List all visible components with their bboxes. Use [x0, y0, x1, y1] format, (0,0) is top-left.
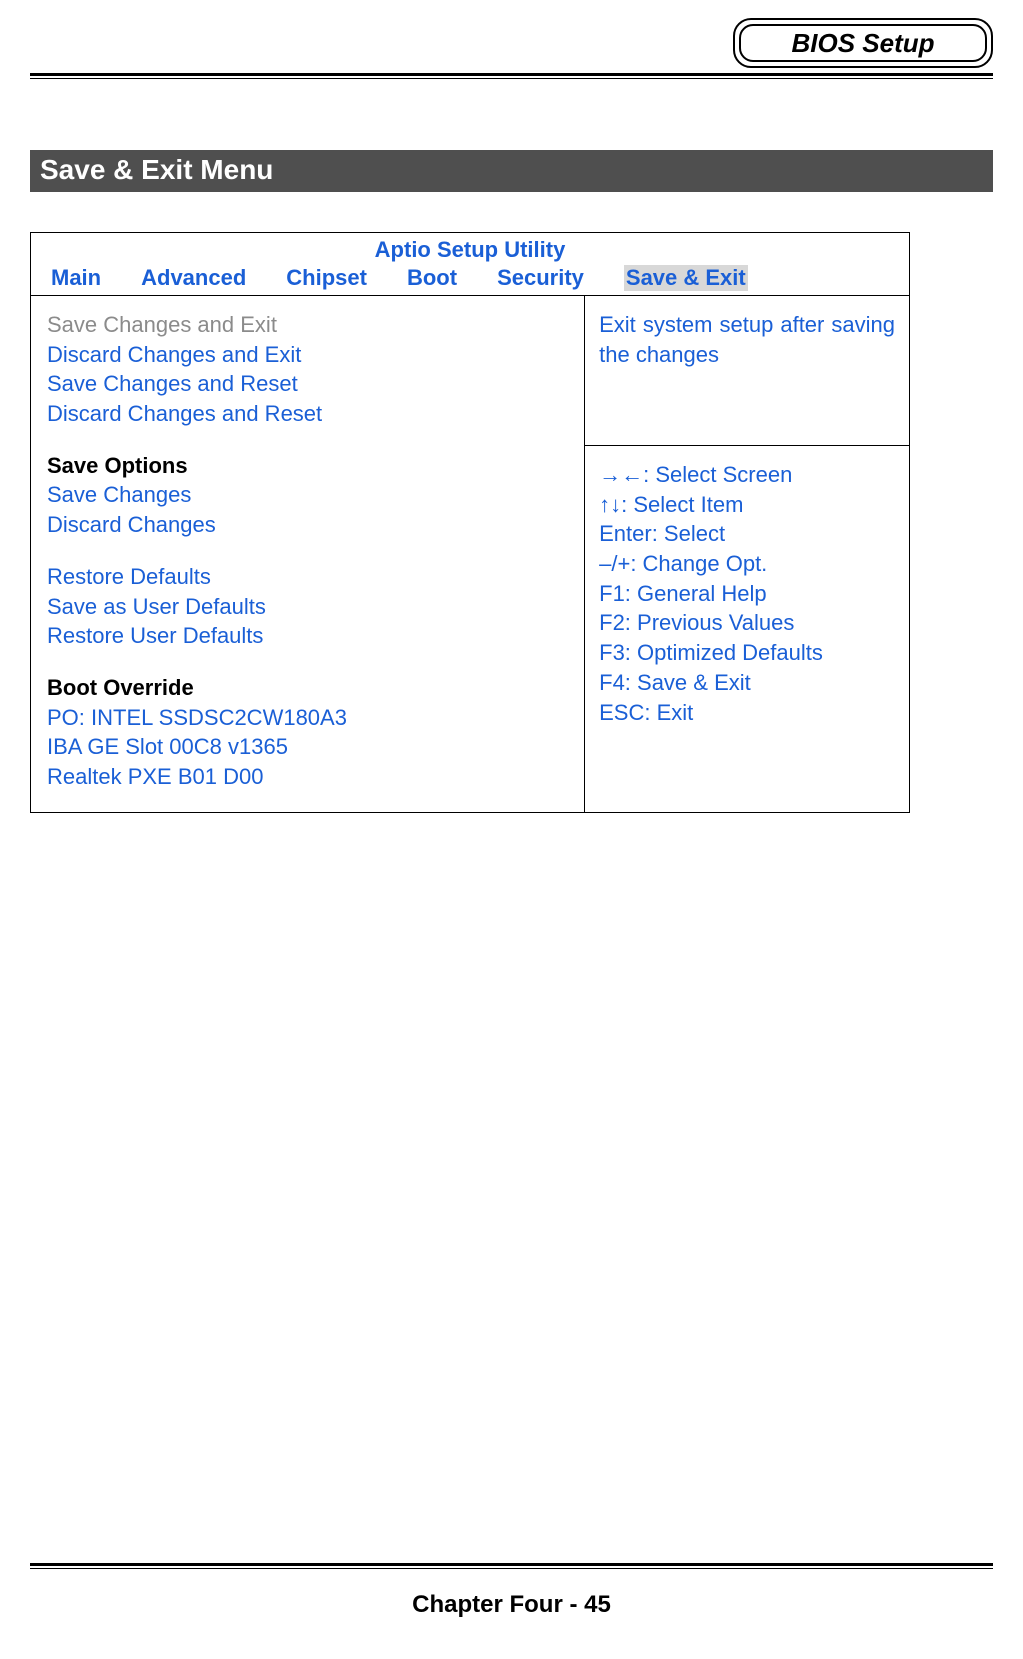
key-enter: Enter: Select	[599, 519, 895, 549]
help-text: Exit system setup after saving the chang…	[584, 296, 909, 446]
key-select-item: ↑↓: Select Item	[599, 490, 895, 520]
bios-right-pane: Exit system setup after saving the chang…	[584, 296, 909, 812]
tab-advanced[interactable]: Advanced	[141, 265, 246, 291]
spacer	[47, 429, 572, 451]
tab-main[interactable]: Main	[51, 265, 101, 291]
bios-left-pane: Save Changes and Exit Discard Changes an…	[31, 296, 584, 812]
boot-item-3[interactable]: Realtek PXE B01 D00	[47, 762, 572, 792]
spacer	[47, 540, 572, 562]
header-badge-text: BIOS Setup	[791, 28, 934, 59]
key-f2: F2: Previous Values	[599, 608, 895, 638]
bios-box: Aptio Setup Utility Main Advanced Chipse…	[30, 232, 910, 813]
bios-utility-title: Aptio Setup Utility	[31, 233, 909, 263]
page-footer: Chapter Four - 45	[0, 1591, 1023, 1619]
bios-body: Save Changes and Exit Discard Changes an…	[31, 296, 909, 812]
bios-tab-bar: Main Advanced Chipset Boot Security Save…	[31, 263, 909, 296]
hdr-save-options: Save Options	[47, 451, 572, 481]
item-save-changes[interactable]: Save Changes	[47, 480, 572, 510]
header-badge: BIOS Setup	[733, 18, 993, 68]
key-help: →←: Select Screen ↑↓: Select Item Enter:…	[584, 446, 909, 812]
top-rule	[30, 73, 993, 79]
tab-chipset[interactable]: Chipset	[286, 265, 367, 291]
item-restore-defaults[interactable]: Restore Defaults	[47, 562, 572, 592]
tab-save-exit[interactable]: Save & Exit	[624, 265, 748, 291]
page-content: Save & Exit Menu Aptio Setup Utility Mai…	[30, 150, 993, 813]
tab-boot[interactable]: Boot	[407, 265, 457, 291]
item-discard-changes-exit[interactable]: Discard Changes and Exit	[47, 340, 572, 370]
item-discard-changes-reset[interactable]: Discard Changes and Reset	[47, 399, 572, 429]
item-save-user-defaults[interactable]: Save as User Defaults	[47, 592, 572, 622]
key-f3: F3: Optimized Defaults	[599, 638, 895, 668]
key-change-opt: –/+: Change Opt.	[599, 549, 895, 579]
bottom-rule	[30, 1563, 993, 1569]
spacer	[47, 651, 572, 673]
section-title: Save & Exit Menu	[30, 150, 993, 192]
tab-security[interactable]: Security	[497, 265, 584, 291]
item-discard-changes[interactable]: Discard Changes	[47, 510, 572, 540]
hdr-boot-override: Boot Override	[47, 673, 572, 703]
item-restore-user-defaults[interactable]: Restore User Defaults	[47, 621, 572, 651]
item-save-changes-exit[interactable]: Save Changes and Exit	[47, 310, 572, 340]
key-esc: ESC: Exit	[599, 698, 895, 728]
key-f1: F1: General Help	[599, 579, 895, 609]
boot-item-1[interactable]: PO: INTEL SSDSC2CW180A3	[47, 703, 572, 733]
item-save-changes-reset[interactable]: Save Changes and Reset	[47, 369, 572, 399]
boot-item-2[interactable]: IBA GE Slot 00C8 v1365	[47, 732, 572, 762]
key-f4: F4: Save & Exit	[599, 668, 895, 698]
key-select-screen: →←: Select Screen	[599, 460, 895, 490]
